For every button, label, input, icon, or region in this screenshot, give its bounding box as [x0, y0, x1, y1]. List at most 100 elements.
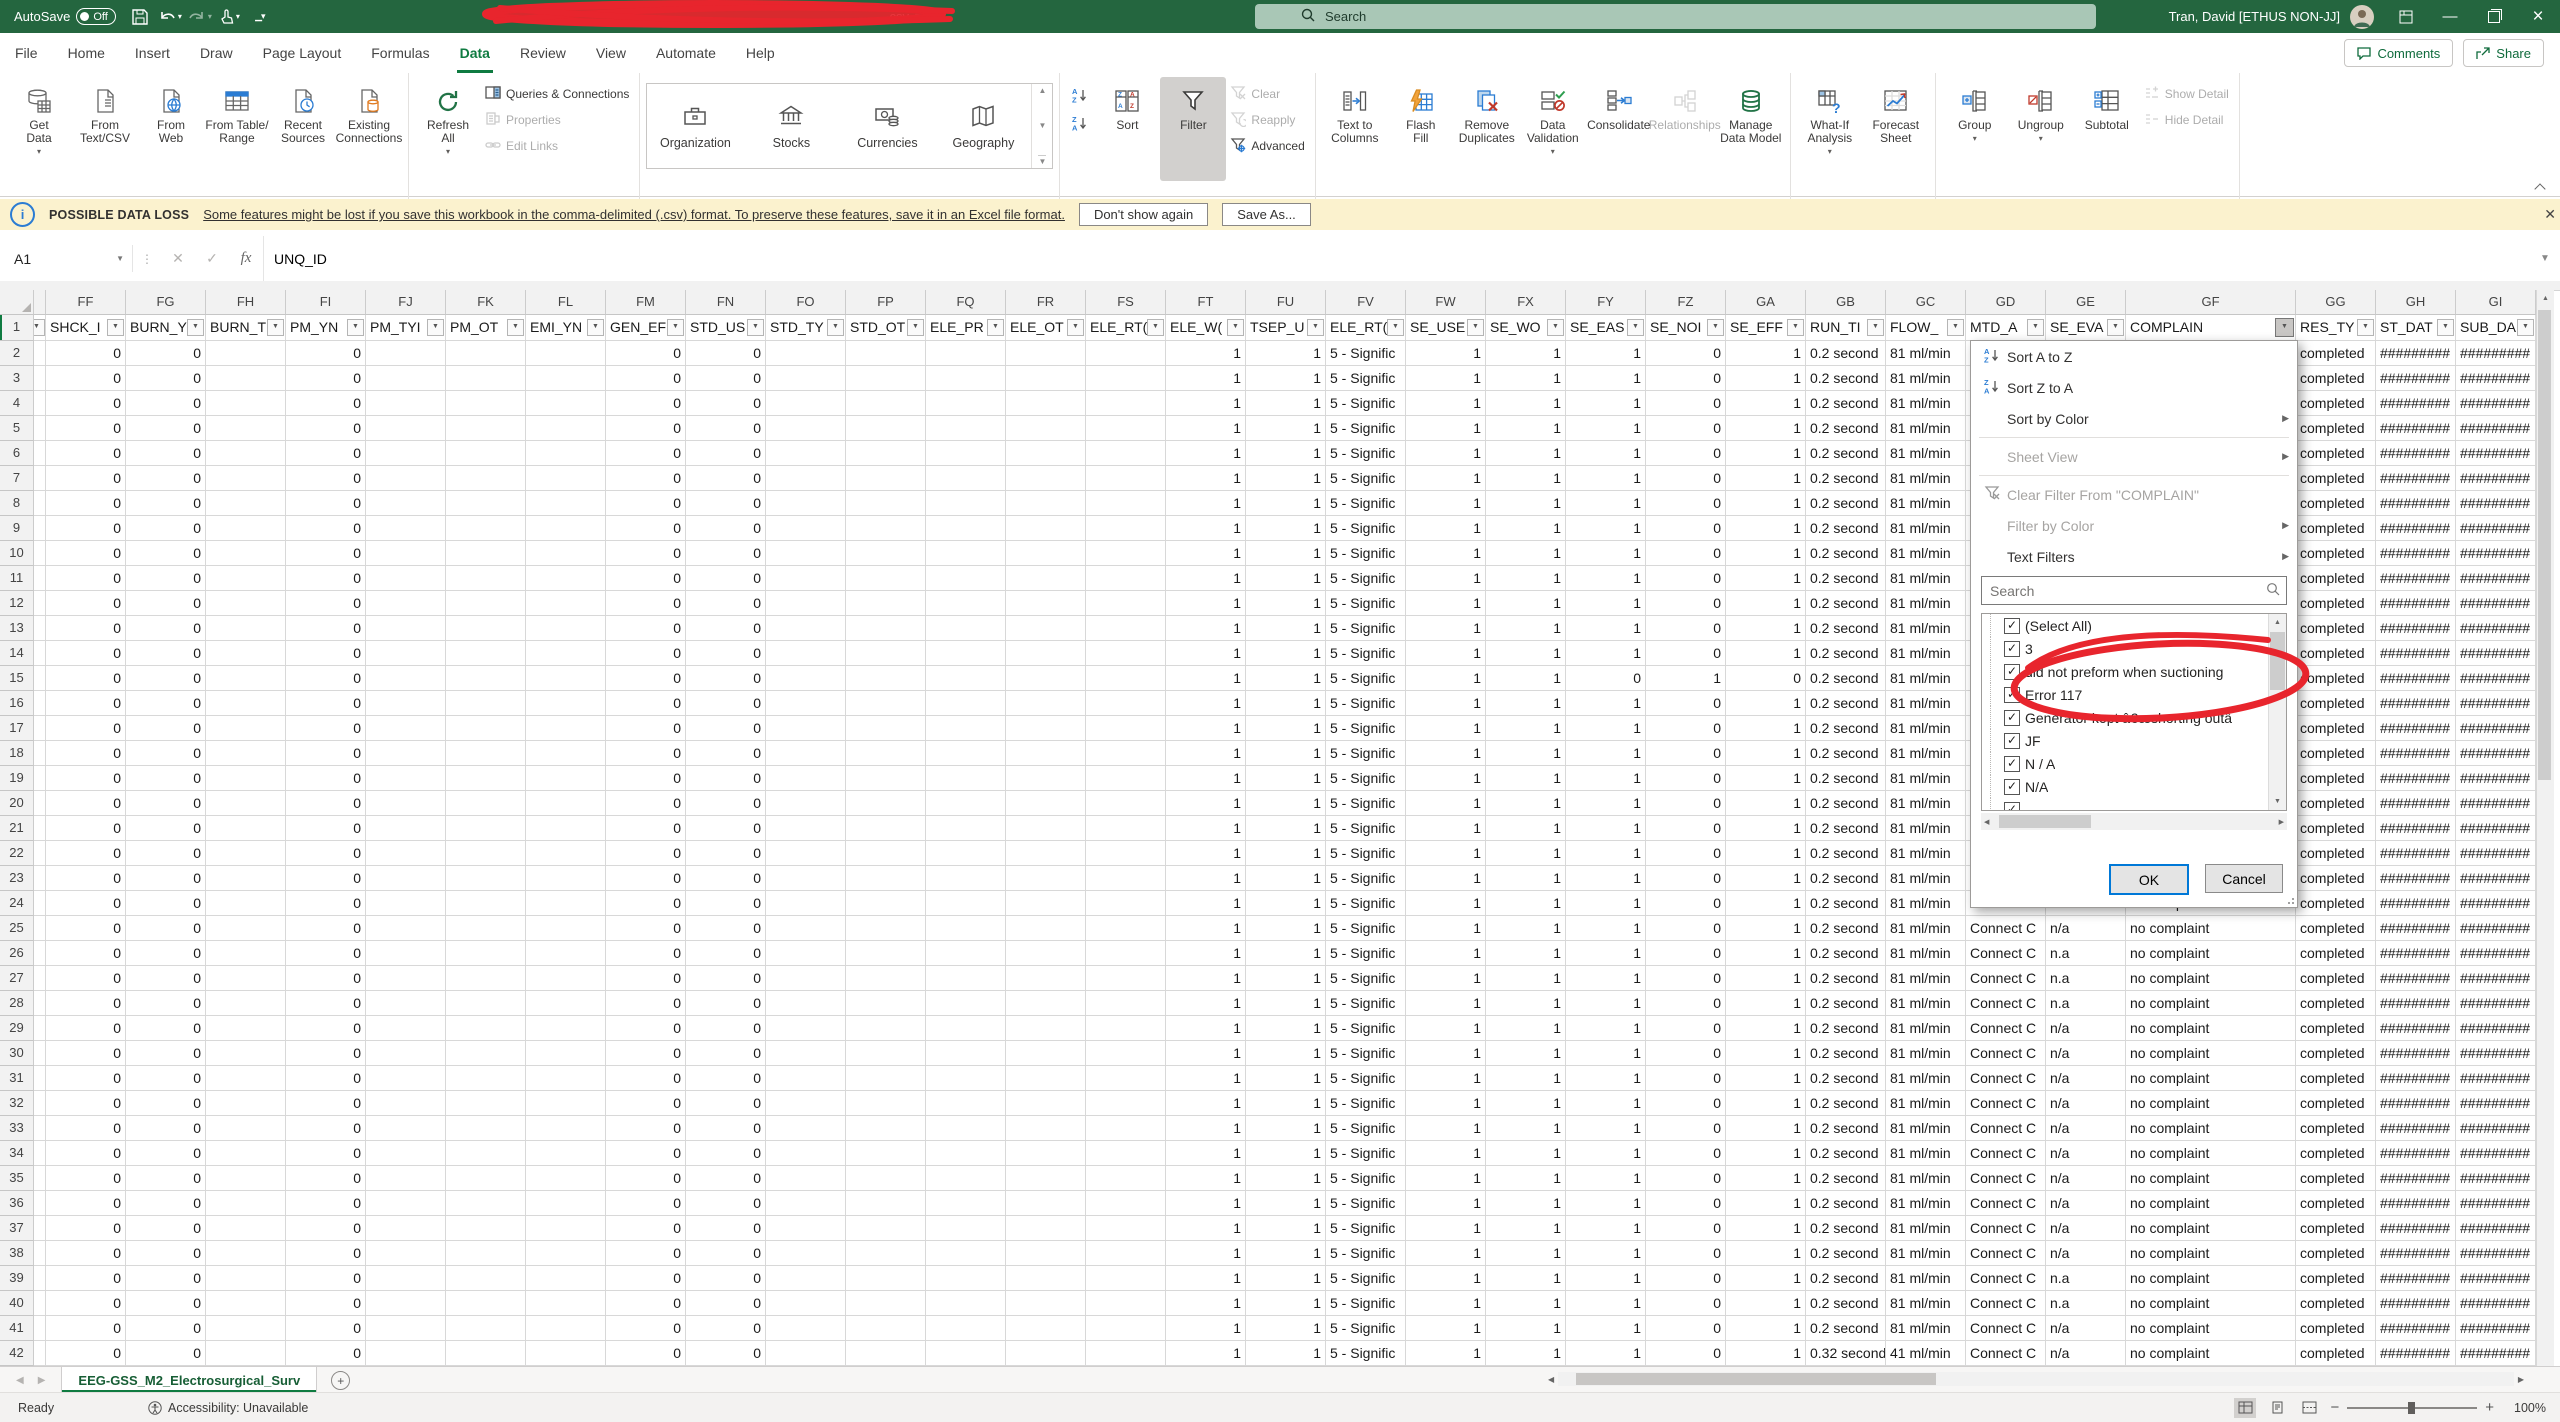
- cell-fo42[interactable]: [766, 1341, 846, 1366]
- cell-fu26[interactable]: 1: [1246, 941, 1326, 966]
- cell-fk35[interactable]: [446, 1166, 526, 1191]
- cell-fi19[interactable]: 0: [286, 766, 366, 791]
- cell-gc22[interactable]: 81 ml/min: [1886, 841, 1966, 866]
- cell-fv4[interactable]: 5 - Signific: [1326, 391, 1406, 416]
- cell-fm6[interactable]: 0: [606, 441, 686, 466]
- cell-fh34[interactable]: [206, 1141, 286, 1166]
- cell-gi33[interactable]: #########: [2456, 1116, 2536, 1141]
- cell-fq32[interactable]: [926, 1091, 1006, 1116]
- cell-fi41[interactable]: 0: [286, 1316, 366, 1341]
- cell-fz26[interactable]: 0: [1646, 941, 1726, 966]
- cell-fj2[interactable]: [366, 341, 446, 366]
- cell-fz14[interactable]: 0: [1646, 641, 1726, 666]
- cell-fj16[interactable]: [366, 691, 446, 716]
- cell-fj3[interactable]: [366, 366, 446, 391]
- filter-value-n-a[interactable]: ✓N/A: [1982, 775, 2286, 798]
- cell-fy19[interactable]: 1: [1566, 766, 1646, 791]
- cell-gc21[interactable]: 81 ml/min: [1886, 816, 1966, 841]
- cell-fg11[interactable]: 0: [126, 566, 206, 591]
- cell-fg42[interactable]: 0: [126, 1341, 206, 1366]
- cell-fq15[interactable]: [926, 666, 1006, 691]
- cell-gh10[interactable]: #########: [2376, 541, 2456, 566]
- tab-automate[interactable]: Automate: [641, 33, 731, 73]
- cell-gg2[interactable]: completed: [2296, 341, 2376, 366]
- cell-gc41[interactable]: 81 ml/min: [1886, 1316, 1966, 1341]
- cell-fj28[interactable]: [366, 991, 446, 1016]
- cell-fy22[interactable]: 1: [1566, 841, 1646, 866]
- cell-ff32[interactable]: 0: [46, 1091, 126, 1116]
- cell-gh11[interactable]: #########: [2376, 566, 2456, 591]
- cell-gc31[interactable]: 81 ml/min: [1886, 1066, 1966, 1091]
- cell-fn22[interactable]: 0: [686, 841, 766, 866]
- cell-fv8[interactable]: 5 - Signific: [1326, 491, 1406, 516]
- row-header-10[interactable]: 10: [0, 541, 34, 566]
- cell-gb8[interactable]: 0.2 second: [1806, 491, 1886, 516]
- cell-fg12[interactable]: 0: [126, 591, 206, 616]
- cell-ga39[interactable]: 1: [1726, 1266, 1806, 1291]
- cell-fp36[interactable]: [846, 1191, 926, 1216]
- cell-gd32[interactable]: Connect C: [1966, 1091, 2046, 1116]
- cell-fx19[interactable]: 1: [1486, 766, 1566, 791]
- cell-fv29[interactable]: 5 - Signific: [1326, 1016, 1406, 1041]
- row-header-3[interactable]: 3: [0, 366, 34, 391]
- cell-fo25[interactable]: [766, 916, 846, 941]
- cell-ga9[interactable]: 1: [1726, 516, 1806, 541]
- formula-input[interactable]: UNQ_ID: [263, 236, 2530, 281]
- column-header-ff[interactable]: FF: [46, 290, 126, 315]
- customize-quick-access-button[interactable]: ▁▾: [245, 5, 275, 29]
- cell-fv14[interactable]: 5 - Signific: [1326, 641, 1406, 666]
- cell-fg41[interactable]: 0: [126, 1316, 206, 1341]
- cell-fr36[interactable]: [1006, 1191, 1086, 1216]
- cell-fk15[interactable]: [446, 666, 526, 691]
- cell-fs7[interactable]: [1086, 466, 1166, 491]
- cell-fg37[interactable]: 0: [126, 1216, 206, 1241]
- cell-fm13[interactable]: 0: [606, 616, 686, 641]
- cell-fl35[interactable]: [526, 1166, 606, 1191]
- cell-ga15[interactable]: 0: [1726, 666, 1806, 691]
- cell-fl34[interactable]: [526, 1141, 606, 1166]
- cell-fp11[interactable]: [846, 566, 926, 591]
- cell-gg14[interactable]: completed: [2296, 641, 2376, 666]
- cell-fl14[interactable]: [526, 641, 606, 666]
- cell-fl4[interactable]: [526, 391, 606, 416]
- cell-fr30[interactable]: [1006, 1041, 1086, 1066]
- cell-fo37[interactable]: [766, 1216, 846, 1241]
- cell-ft33[interactable]: 1: [1166, 1116, 1246, 1141]
- cell-gc26[interactable]: 81 ml/min: [1886, 941, 1966, 966]
- cell-fn10[interactable]: 0: [686, 541, 766, 566]
- cell-fk6[interactable]: [446, 441, 526, 466]
- cell-fo41[interactable]: [766, 1316, 846, 1341]
- cell-gf36[interactable]: no complaint: [2126, 1191, 2296, 1216]
- name-box-dropdown-icon[interactable]: ▼: [116, 254, 124, 263]
- cell-fw21[interactable]: 1: [1406, 816, 1486, 841]
- cell-fn38[interactable]: 0: [686, 1241, 766, 1266]
- filter-dropdown-icon[interactable]: ▼: [2107, 319, 2124, 336]
- cell-ff11[interactable]: 0: [46, 566, 126, 591]
- cell-gg11[interactable]: completed: [2296, 566, 2376, 591]
- cell-ft27[interactable]: 1: [1166, 966, 1246, 991]
- cell-gb7[interactable]: 0.2 second: [1806, 466, 1886, 491]
- cell-fn2[interactable]: 0: [686, 341, 766, 366]
- cell-fl2[interactable]: [526, 341, 606, 366]
- cell-fu20[interactable]: 1: [1246, 791, 1326, 816]
- cell-fg36[interactable]: 0: [126, 1191, 206, 1216]
- cell-fm36[interactable]: 0: [606, 1191, 686, 1216]
- cell-fm18[interactable]: 0: [606, 741, 686, 766]
- cell-fo12[interactable]: [766, 591, 846, 616]
- search-input[interactable]: Search: [1255, 4, 2096, 29]
- cell-fr38[interactable]: [1006, 1241, 1086, 1266]
- cell-fu6[interactable]: 1: [1246, 441, 1326, 466]
- cell-fu25[interactable]: 1: [1246, 916, 1326, 941]
- cell-gi15[interactable]: #########: [2456, 666, 2536, 691]
- cell-fr27[interactable]: [1006, 966, 1086, 991]
- cell-fz22[interactable]: 0: [1646, 841, 1726, 866]
- cell-gc12[interactable]: 81 ml/min: [1886, 591, 1966, 616]
- cell-fu42[interactable]: 1: [1246, 1341, 1326, 1366]
- row-header-37[interactable]: 37: [0, 1216, 34, 1241]
- cell-fk16[interactable]: [446, 691, 526, 716]
- cell-fr41[interactable]: [1006, 1316, 1086, 1341]
- cell-fm3[interactable]: 0: [606, 366, 686, 391]
- cell-fh24[interactable]: [206, 891, 286, 916]
- cell-gb22[interactable]: 0.2 second: [1806, 841, 1886, 866]
- share-button[interactable]: Share: [2463, 39, 2544, 67]
